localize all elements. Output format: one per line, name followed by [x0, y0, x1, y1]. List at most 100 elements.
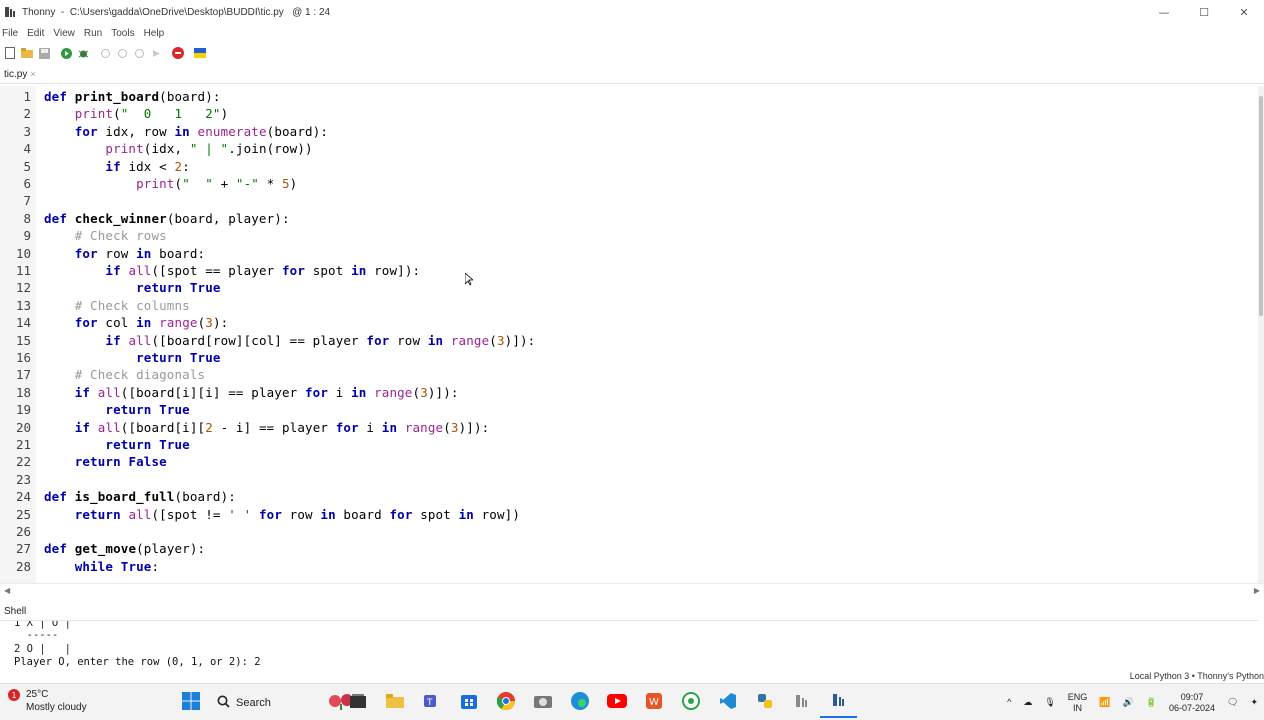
menu-help[interactable]: Help [142, 28, 172, 39]
tab-close-icon[interactable]: × [30, 69, 35, 79]
shell-panel[interactable]: 1 X | O | ----- 2 O | | Player O, enter … [0, 620, 1258, 670]
code-line[interactable]: print(" " + "-" * 5) [44, 175, 297, 192]
resume-icon[interactable] [149, 46, 163, 60]
wifi-icon[interactable]: 📶 [1099, 697, 1110, 708]
debug-icon[interactable] [76, 46, 90, 60]
shell-prompt-line[interactable]: Player O, enter the row (0, 1, or 2): 2 [14, 656, 261, 669]
code-line[interactable]: return True [44, 401, 190, 418]
python-app[interactable] [746, 687, 783, 718]
code-line[interactable]: if all([spot == player for spot in row])… [44, 262, 420, 279]
maximize-button[interactable]: ☐ [1184, 0, 1224, 24]
svg-text:T: T [426, 698, 433, 708]
scrollbar-thumb[interactable] [1259, 96, 1263, 316]
new-file-icon[interactable] [3, 46, 17, 60]
shell-tab[interactable]: Shell [4, 606, 26, 617]
task-view-icon [349, 693, 366, 712]
menu-view[interactable]: View [51, 28, 82, 39]
tab-tic-py[interactable]: tic.py × [4, 69, 36, 80]
close-window-button[interactable]: ✕ [1224, 0, 1264, 24]
line-number: 28 [15, 558, 31, 574]
task-view-app[interactable] [339, 687, 376, 718]
code-line[interactable]: return True [44, 436, 190, 453]
volume-icon[interactable]: 🔊 [1123, 697, 1134, 708]
code-editor[interactable]: 1 2 3 4 5 6 7 8 9 10 11 12 13 14 15 16 17 18 19 20 21 22 23 24 2… [0, 86, 1258, 583]
scroll-left-icon[interactable]: ◀ [4, 586, 10, 595]
step-into-icon[interactable] [115, 46, 129, 60]
clock[interactable]: 09:07 06-07-2024 [1169, 692, 1215, 714]
code-line[interactable]: print(idx, " | ".join(row)) [44, 140, 313, 157]
close-icon: ✕ [1239, 5, 1249, 19]
system-tray: ^ ☁ 🎙 ENG IN 📶 🔊 🔋 09:07 06-07-2024 🗨 ✦ [1001, 687, 1264, 718]
code-line[interactable]: # Check columns [44, 297, 190, 314]
thonny-active-app[interactable] [820, 687, 857, 718]
code-line[interactable]: return all([spot != ' ' for row in board… [44, 506, 520, 523]
notification-icon[interactable]: 🗨 [1227, 697, 1238, 708]
youtube-icon [606, 693, 627, 712]
code-line[interactable]: if all([board[row][col] == player for ro… [44, 332, 535, 349]
code-line[interactable]: return True [44, 349, 221, 366]
code-line[interactable]: if all([board[i][2 - i] == player for i … [44, 419, 489, 436]
battery-icon[interactable]: 🔋 [1146, 697, 1157, 708]
step-over-icon[interactable] [98, 46, 112, 60]
code-line[interactable]: # Check diagonals [44, 366, 205, 383]
office-icon: W [645, 692, 662, 713]
code-line[interactable]: if all([board[i][i] == player for i in r… [44, 384, 459, 401]
line-number: 12 [15, 280, 31, 296]
code-line[interactable]: return False [44, 453, 167, 470]
line-number: 19 [15, 402, 31, 418]
microphone-icon[interactable]: 🎙 [1044, 697, 1055, 708]
weather-widget[interactable]: 1 25°C Mostly cloudy [8, 688, 87, 714]
code-line[interactable]: return True [44, 279, 221, 296]
line-number: 7 [23, 193, 31, 209]
file-explorer-app[interactable] [376, 687, 413, 718]
code-line[interactable]: def get_move(player): [44, 540, 205, 557]
line-number: 4 [23, 141, 31, 157]
show-hidden-icons-icon[interactable]: ^ [1007, 697, 1011, 708]
save-icon[interactable] [37, 46, 51, 60]
ukraine-flag-icon[interactable] [193, 46, 207, 60]
line-number: 14 [15, 315, 31, 331]
interpreter-status[interactable]: Local Python 3 • Thonny's Python [1130, 671, 1264, 683]
window-title: Thonny - C:\Users\gadda\OneDrive\Desktop… [22, 6, 331, 18]
youtube-app[interactable] [598, 687, 635, 718]
menu-file[interactable]: File [0, 28, 25, 39]
camera-app[interactable] [524, 687, 561, 718]
code-line[interactable]: # Check rows [44, 227, 167, 244]
chrome-app[interactable] [487, 687, 524, 718]
menu-tools[interactable]: Tools [109, 28, 141, 39]
code-line[interactable]: for col in range(3): [44, 314, 228, 331]
language-indicator[interactable]: ENG IN [1068, 692, 1088, 714]
stop-icon[interactable] [171, 46, 185, 60]
edge-app[interactable] [561, 687, 598, 718]
vscode-app[interactable] [709, 687, 746, 718]
menu-edit[interactable]: Edit [25, 28, 51, 39]
code-line[interactable]: def print_board(board): [44, 88, 221, 105]
taskbar-search[interactable]: Search [209, 687, 353, 718]
thonny-taskbar-app[interactable] [783, 687, 820, 718]
code-line[interactable]: print(" 0 1 2") [44, 105, 228, 122]
editor-vertical-scrollbar[interactable] [1258, 86, 1264, 583]
office-app[interactable]: W [635, 687, 672, 718]
run-icon[interactable] [59, 46, 73, 60]
step-out-icon[interactable] [132, 46, 146, 60]
start-button[interactable] [172, 687, 209, 718]
editor-horizontal-scrollbar[interactable]: ◀ ▶ [0, 583, 1264, 603]
whatsapp-app[interactable] [672, 687, 709, 718]
teams-app[interactable]: T [413, 687, 450, 718]
code-line[interactable]: for idx, row in enumerate(board): [44, 123, 328, 140]
onedrive-icon[interactable]: ☁ [1023, 697, 1032, 708]
line-number: 1 [23, 89, 31, 104]
line-number: 8 [23, 210, 31, 226]
code-line[interactable]: while True: [44, 558, 159, 575]
code-line[interactable]: def is_board_full(board): [44, 488, 236, 505]
menu-run[interactable]: Run [82, 28, 109, 39]
code-line[interactable]: if idx < 2: [44, 158, 190, 175]
code-line[interactable]: for row in board: [44, 245, 205, 262]
shell-output-line: ----- [14, 629, 59, 641]
open-file-icon[interactable] [20, 46, 34, 60]
minimize-button[interactable]: — [1144, 0, 1184, 24]
copilot-icon[interactable]: ✦ [1250, 697, 1258, 708]
code-line[interactable]: def check_winner(board, player): [44, 210, 290, 227]
scroll-right-icon[interactable]: ▶ [1254, 586, 1260, 595]
store-app[interactable] [450, 687, 487, 718]
